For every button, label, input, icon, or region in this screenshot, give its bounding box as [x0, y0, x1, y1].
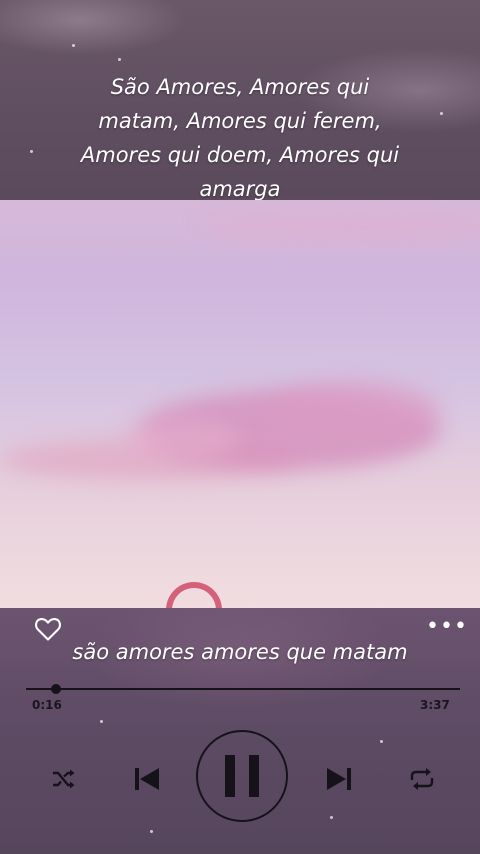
sparkle — [72, 44, 75, 47]
sparkle — [330, 816, 333, 819]
cloud — [120, 420, 240, 460]
shuffle-icon — [53, 769, 75, 789]
time-elapsed: 0:16 — [32, 698, 62, 712]
lyric-line: matam, Amores qui ferem, — [98, 109, 382, 133]
sparkle — [150, 830, 153, 833]
time-total: 3:37 — [420, 698, 450, 712]
previous-button[interactable] — [130, 762, 164, 796]
sparkle — [118, 58, 121, 61]
play-pause-button[interactable] — [196, 730, 288, 822]
next-button[interactable] — [322, 762, 356, 796]
repeat-button[interactable] — [406, 764, 438, 794]
shuffle-button[interactable] — [48, 764, 80, 794]
cloud — [200, 215, 480, 240]
skip-previous-icon — [135, 768, 159, 790]
skip-next-icon — [327, 768, 351, 790]
lyric-line: Amores qui doem, Amores qui — [80, 143, 400, 167]
sparkle — [30, 150, 33, 153]
current-lyric: são amores amores que matam — [72, 640, 408, 664]
pause-icon — [225, 755, 259, 797]
lyrics-overlay-top: São Amores, Amores qui matam, Amores qui… — [70, 70, 410, 206]
heart-icon[interactable] — [34, 616, 62, 642]
more-options-icon[interactable]: ••• — [426, 616, 468, 638]
progress-track[interactable] — [26, 688, 460, 690]
sparkle — [380, 740, 383, 743]
lyric-line: São Amores, Amores qui — [110, 75, 370, 99]
sparkle — [440, 112, 443, 115]
sparkle — [100, 720, 103, 723]
repeat-icon — [410, 768, 434, 790]
cloud — [270, 380, 440, 440]
